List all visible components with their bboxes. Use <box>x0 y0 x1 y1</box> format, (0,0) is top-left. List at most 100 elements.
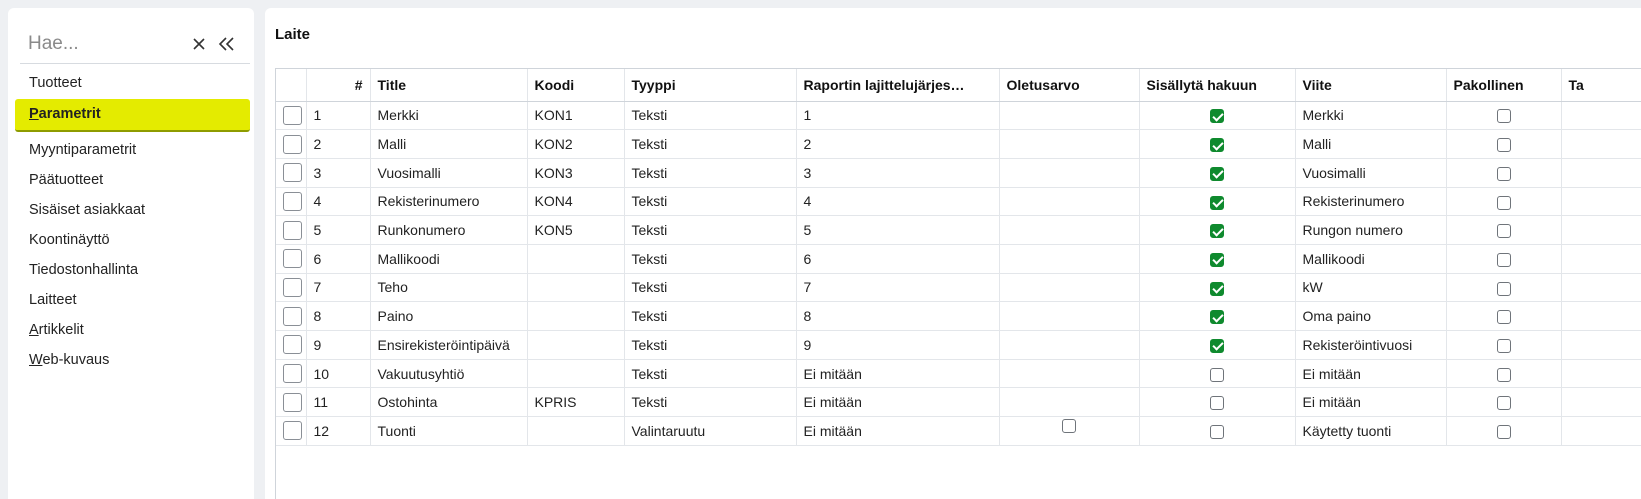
cell-viite[interactable]: Rungon numero <box>1295 215 1447 245</box>
cell-pakollinen[interactable] <box>1446 129 1562 159</box>
cell-pakollinen[interactable] <box>1446 416 1562 446</box>
sisallyta-hakuun-checkbox[interactable] <box>1210 338 1224 353</box>
cell-number[interactable]: 3 <box>306 158 371 188</box>
sidebar-item-7[interactable]: Laitteet <box>15 285 250 315</box>
cell-viite[interactable]: Rekisteröintivuosi <box>1295 330 1447 360</box>
oletusarvo-checkbox[interactable] <box>1062 419 1076 434</box>
cell-viite[interactable]: Käytetty tuonti <box>1295 416 1447 446</box>
cell-pakollinen[interactable] <box>1446 215 1562 245</box>
row-select-checkbox[interactable] <box>283 392 302 412</box>
cell-number[interactable]: 4 <box>306 187 371 217</box>
row-select-cell[interactable] <box>276 129 307 159</box>
cell-title[interactable]: Mallikoodi <box>370 244 528 274</box>
pakollinen-checkbox[interactable] <box>1496 109 1511 124</box>
row-select-cell[interactable] <box>276 101 307 131</box>
cell-koodi[interactable] <box>527 359 625 389</box>
cell-koodi[interactable] <box>527 330 625 360</box>
pakollinen-checkbox[interactable] <box>1496 396 1511 411</box>
cell-pakollinen[interactable] <box>1446 273 1562 303</box>
cell-title[interactable]: Vuosimalli <box>370 158 528 188</box>
sidebar-item-4[interactable]: Sisäiset asiakkaat <box>15 195 250 225</box>
cell-number[interactable]: 9 <box>306 330 371 360</box>
sidebar-item-3[interactable]: Päätuotteet <box>15 165 250 195</box>
cell-viite[interactable]: Ei mitään <box>1295 359 1447 389</box>
cell-ta[interactable] <box>1561 387 1641 418</box>
cell-raportin-lajittelu[interactable]: 8 <box>796 301 1000 331</box>
cell-title[interactable]: Merkki <box>370 101 528 131</box>
cell-number[interactable]: 12 <box>306 416 371 446</box>
cell-sisallyta-hakuun[interactable] <box>1139 273 1296 303</box>
pakollinen-checkbox[interactable] <box>1496 138 1511 153</box>
row-select-checkbox[interactable] <box>283 163 302 183</box>
row-select-cell[interactable] <box>276 416 307 446</box>
cell-title[interactable]: Paino <box>370 301 528 331</box>
table-row[interactable]: 10 Vakuutusyhtiö Teksti Ei mitään Ei mitään <box>276 359 1641 389</box>
cell-tyyppi[interactable]: Teksti <box>624 129 797 159</box>
cell-koodi[interactable]: KON4 <box>527 187 625 217</box>
cell-ta[interactable] <box>1561 158 1641 188</box>
row-select-checkbox[interactable] <box>283 191 302 211</box>
row-select-checkbox[interactable] <box>283 220 302 240</box>
row-select-cell[interactable] <box>276 244 307 274</box>
table-row[interactable]: 9 Ensirekisteröintipäivä Teksti 9 Rekisteröi… <box>276 330 1641 360</box>
cell-tyyppi[interactable]: Teksti <box>624 273 797 303</box>
cell-raportin-lajittelu[interactable]: 2 <box>796 129 1000 159</box>
sidebar-item-8[interactable]: Artikkelit <box>15 315 250 345</box>
pakollinen-checkbox[interactable] <box>1496 252 1511 267</box>
cell-sisallyta-hakuun[interactable] <box>1139 359 1296 389</box>
cell-koodi[interactable] <box>527 273 625 303</box>
table-row[interactable]: 6 Mallikoodi Teksti 6 Mallikoodi <box>276 244 1641 274</box>
cell-oletusarvo[interactable] <box>999 187 1140 217</box>
pakollinen-checkbox[interactable] <box>1496 367 1511 382</box>
cell-number[interactable]: 7 <box>306 273 371 303</box>
table-row[interactable]: 7 Teho Teksti 7 kW <box>276 273 1641 303</box>
cell-tyyppi[interactable]: Teksti <box>624 301 797 331</box>
sidebar-item-1[interactable]: Parametrit <box>15 99 250 132</box>
sisallyta-hakuun-checkbox[interactable] <box>1210 281 1224 296</box>
cell-ta[interactable] <box>1561 187 1641 217</box>
cell-sisallyta-hakuun[interactable] <box>1139 187 1296 217</box>
table-row[interactable]: 4 Rekisterinumero KON4 Teksti 4 Rekisterinume… <box>276 187 1641 217</box>
row-select-cell[interactable] <box>276 330 307 360</box>
cell-number[interactable]: 2 <box>306 129 371 159</box>
cell-number[interactable]: 8 <box>306 301 371 331</box>
cell-viite[interactable]: Mallikoodi <box>1295 244 1447 274</box>
cell-tyyppi[interactable]: Teksti <box>624 244 797 274</box>
cell-koodi[interactable] <box>527 416 625 446</box>
cell-ta[interactable] <box>1561 244 1641 274</box>
row-select-cell[interactable] <box>276 387 307 418</box>
header-title[interactable]: Title <box>370 69 528 102</box>
row-select-cell[interactable] <box>276 215 307 245</box>
cell-pakollinen[interactable] <box>1446 330 1562 360</box>
header-tyyppi[interactable]: Tyyppi <box>624 69 797 102</box>
cell-oletusarvo[interactable] <box>999 129 1140 159</box>
row-select-checkbox[interactable] <box>283 105 302 125</box>
row-select-checkbox[interactable] <box>283 134 302 154</box>
cell-koodi[interactable]: KPRIS <box>527 387 625 418</box>
cell-number[interactable]: 1 <box>306 101 371 131</box>
cell-ta[interactable] <box>1561 359 1641 389</box>
cell-raportin-lajittelu[interactable]: 4 <box>796 187 1000 217</box>
cell-oletusarvo[interactable] <box>999 273 1140 303</box>
cell-number[interactable]: 10 <box>306 359 371 389</box>
cell-pakollinen[interactable] <box>1446 301 1562 331</box>
cell-title[interactable]: Ostohinta <box>370 387 528 418</box>
table-row[interactable]: 1 Merkki KON1 Teksti 1 Merkki <box>276 101 1641 131</box>
cell-title[interactable]: Ensirekisteröintipäivä <box>370 330 528 360</box>
cell-viite[interactable]: Rekisterinumero <box>1295 187 1447 217</box>
cell-koodi[interactable]: KON5 <box>527 215 625 245</box>
cell-sisallyta-hakuun[interactable] <box>1139 387 1296 418</box>
cell-sisallyta-hakuun[interactable] <box>1139 416 1296 446</box>
cell-raportin-lajittelu[interactable]: 7 <box>796 273 1000 303</box>
cell-raportin-lajittelu[interactable]: Ei mitään <box>796 416 1000 446</box>
cell-koodi[interactable]: KON3 <box>527 158 625 188</box>
cell-title[interactable]: Rekisterinumero <box>370 187 528 217</box>
cell-ta[interactable] <box>1561 301 1641 331</box>
cell-koodi[interactable]: KON1 <box>527 101 625 131</box>
cell-raportin-lajittelu[interactable]: Ei mitään <box>796 387 1000 418</box>
sisallyta-hakuun-checkbox[interactable] <box>1210 138 1224 153</box>
cell-oletusarvo[interactable] <box>999 416 1140 446</box>
cell-ta[interactable] <box>1561 416 1641 446</box>
header-ta[interactable]: Ta <box>1561 69 1641 102</box>
cell-oletusarvo[interactable] <box>999 215 1140 245</box>
